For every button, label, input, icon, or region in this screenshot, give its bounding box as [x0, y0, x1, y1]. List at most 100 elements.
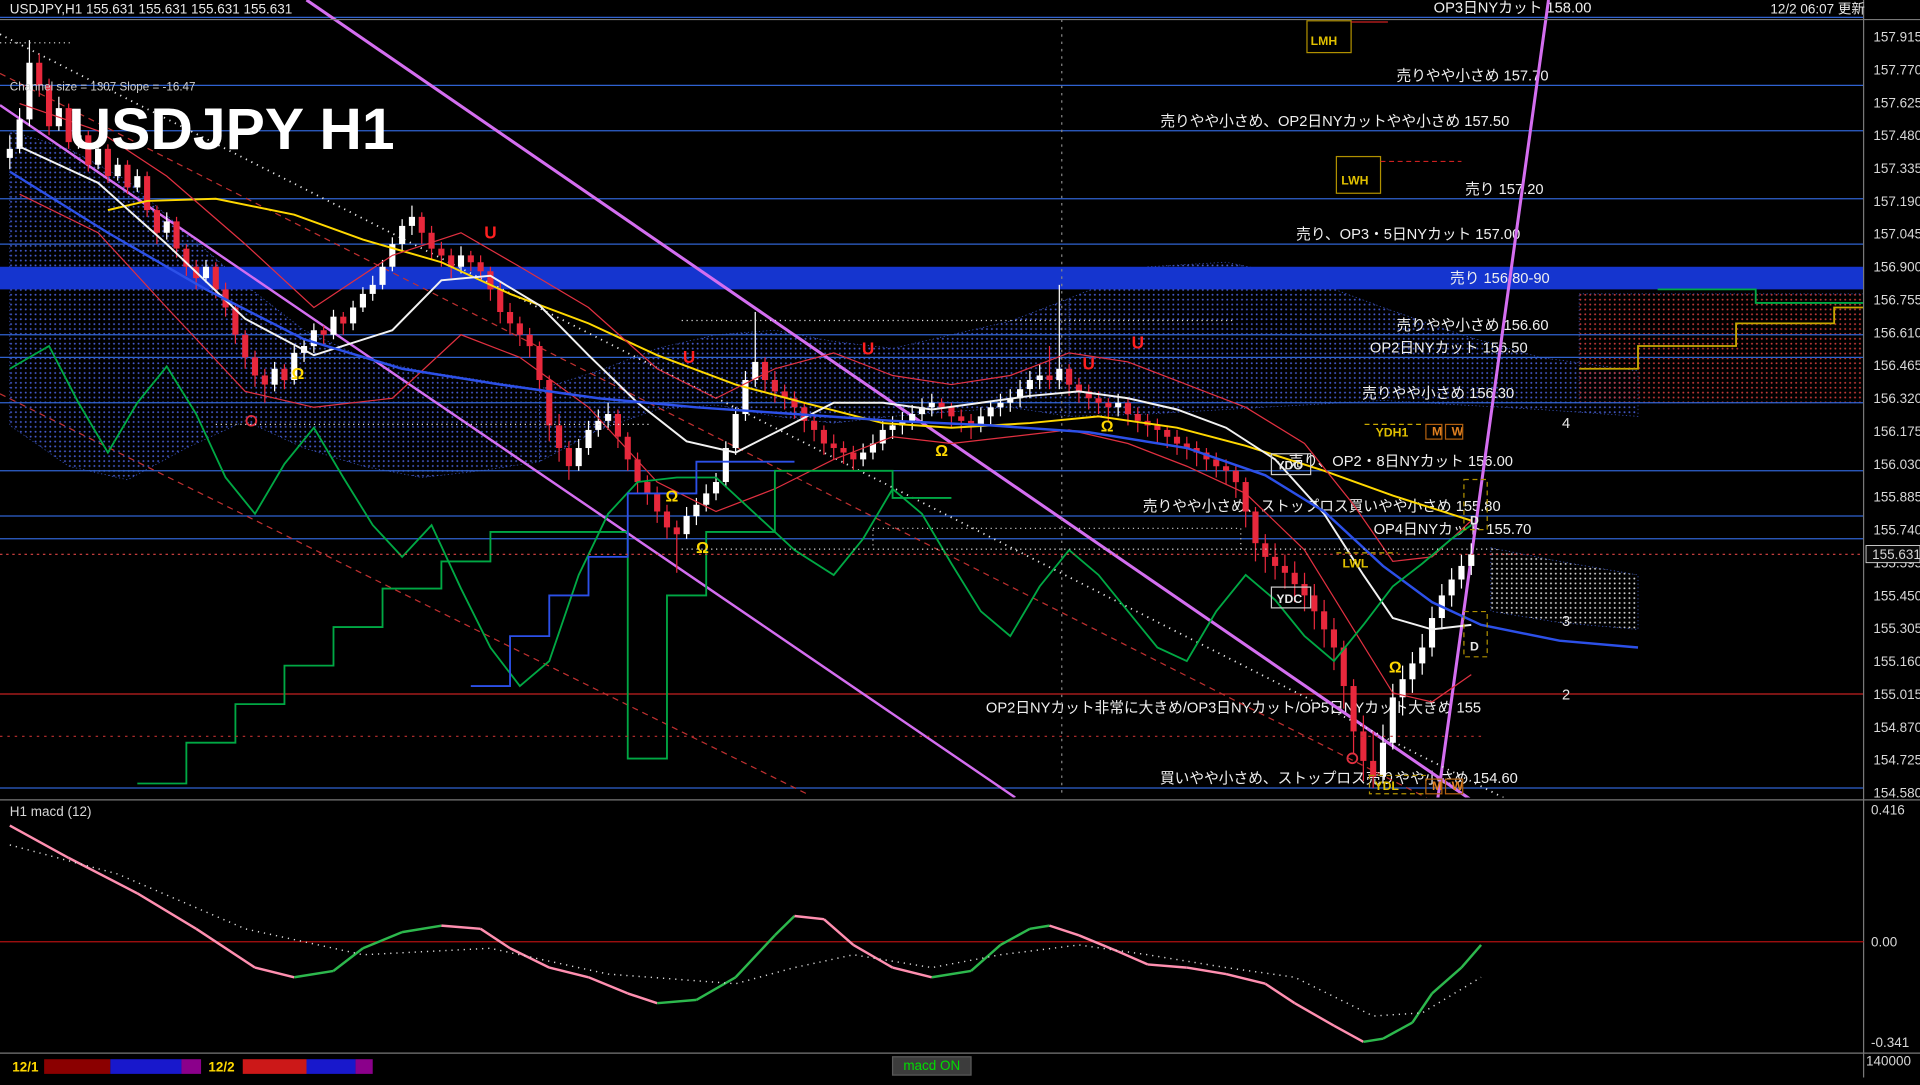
price-axis-label: 157.335 — [1873, 161, 1920, 176]
candle-body — [1105, 403, 1111, 408]
candle-body — [507, 312, 513, 323]
macd-toggle-button-label[interactable]: macd ON — [903, 1058, 960, 1073]
candle-body — [948, 407, 954, 416]
candle-body — [585, 430, 591, 448]
macd-zero-label: 0.00 — [1871, 935, 1897, 950]
price-axis-label: 154.870 — [1873, 720, 1920, 735]
candle-body — [674, 527, 680, 534]
candle-body — [1037, 375, 1043, 380]
candle-body — [1223, 466, 1229, 471]
price-axis-label: 157.770 — [1873, 63, 1920, 78]
candle-body — [556, 425, 562, 448]
channel-info: Channel size = 1307 Slope = -16.47 — [10, 81, 196, 94]
candle-body — [1350, 686, 1356, 731]
candle-body — [958, 416, 964, 421]
price-axis-label: 157.625 — [1873, 95, 1920, 110]
price-axis-label: 156.175 — [1873, 424, 1920, 439]
level-annotation: 売りやや小さめ、OP2日NYカットやや小さめ 157.50 — [1160, 113, 1509, 130]
candle-body — [1321, 611, 1327, 629]
candle-body — [7, 149, 13, 158]
candle-body — [281, 369, 287, 380]
candle-body — [1311, 595, 1317, 611]
candle-body — [1419, 648, 1425, 664]
candle-body — [654, 493, 660, 511]
candle-body — [154, 210, 160, 233]
candle-body — [321, 330, 327, 335]
candle-body — [566, 448, 572, 466]
candle-body — [988, 407, 994, 416]
price-band — [0, 267, 1864, 290]
u-marker: U — [862, 339, 874, 359]
candle-body — [468, 255, 474, 262]
session-segment — [110, 1059, 181, 1074]
candle-body — [664, 512, 670, 528]
candle-body — [733, 414, 739, 448]
candle-body — [1243, 482, 1249, 511]
candle-body — [419, 217, 425, 233]
price-axis-label: 155.305 — [1873, 621, 1920, 636]
price-axis-label: 155.015 — [1873, 687, 1920, 702]
price-axis-label: 157.190 — [1873, 194, 1920, 209]
candle-body — [340, 317, 346, 324]
price-box-label: YDO — [1276, 459, 1303, 473]
session-segment — [243, 1059, 307, 1074]
candle-body — [1095, 398, 1101, 403]
candle-body — [1370, 761, 1376, 777]
candle-body — [429, 233, 435, 249]
wave-number: 2 — [1562, 688, 1570, 704]
macd-max-label: 0.416 — [1871, 803, 1905, 818]
omega-marker: Ω — [665, 488, 678, 505]
price-box-label: D — [1470, 514, 1479, 528]
session-segment — [44, 1059, 110, 1074]
date-label-1: 12/1 — [12, 1059, 39, 1074]
candle-body — [1174, 437, 1180, 444]
candle-body — [713, 482, 719, 493]
candle-body — [497, 289, 503, 312]
candle-body — [1409, 663, 1415, 679]
level-annotation: 売り 156.80-90 — [1450, 270, 1550, 287]
candle-body — [850, 453, 856, 460]
price-box-label: M — [1432, 424, 1442, 438]
candle-body — [252, 357, 258, 375]
update-time: 12/2 06:07 更新 — [1770, 1, 1864, 16]
macd-toggle-button[interactable]: macd ON — [893, 1057, 971, 1075]
candle-body — [527, 335, 533, 346]
price-axis-label: 156.900 — [1873, 260, 1920, 275]
candle-body — [1301, 584, 1307, 595]
level-annotation: OP2日NYカット非常に大きめ/OP3日NYカット/OP5日NYカット大きめ 1… — [986, 699, 1481, 716]
price-axis-label: 156.755 — [1873, 293, 1920, 308]
candle-body — [703, 493, 709, 504]
candle-body — [615, 414, 621, 437]
candle-body — [164, 221, 170, 232]
candle-body — [1213, 459, 1219, 466]
session-segment — [307, 1059, 356, 1074]
candle-body — [811, 421, 817, 430]
level-annotation: OP3日NYカット 158.00 — [1434, 0, 1592, 16]
level-annotation: OP4日NYカット 155.70 — [1374, 522, 1532, 538]
current-price-badge: 155.631 — [1866, 546, 1920, 563]
candle-body — [1233, 471, 1239, 482]
band-right-red — [1579, 294, 1912, 403]
candle-body — [605, 414, 611, 421]
omega-marker: Ω — [292, 366, 305, 383]
symbol-quote: USDJPY,H1 155.631 155.631 155.631 155.63… — [10, 1, 292, 16]
chart-canvas[interactable]: OP3日NYカット 158.00売りやや小さめ 157.70売りやや小さめ、OP… — [0, 0, 1920, 1080]
candle-body — [595, 421, 601, 430]
candle-body — [458, 255, 464, 266]
macd-base-label: 140000 — [1866, 1053, 1911, 1068]
price-axis-label: 155.160 — [1873, 654, 1920, 669]
candle-body — [576, 448, 582, 466]
candle-body — [360, 294, 366, 308]
candle-body — [929, 403, 935, 408]
candle-body — [17, 119, 23, 148]
macd-panel-label: H1 macd (12) — [10, 804, 92, 819]
u-marker: U — [1132, 333, 1144, 353]
candle-body — [1272, 557, 1278, 566]
date-label-2: 12/2 — [208, 1059, 234, 1074]
price-axis-label: 154.580 — [1873, 785, 1920, 800]
macd-min-label: -0.341 — [1871, 1035, 1909, 1050]
candle-body — [1252, 512, 1258, 544]
candle-body — [330, 317, 336, 335]
level-annotation: OP2日NYカット 156.50 — [1370, 341, 1528, 357]
candle-body — [350, 307, 356, 323]
